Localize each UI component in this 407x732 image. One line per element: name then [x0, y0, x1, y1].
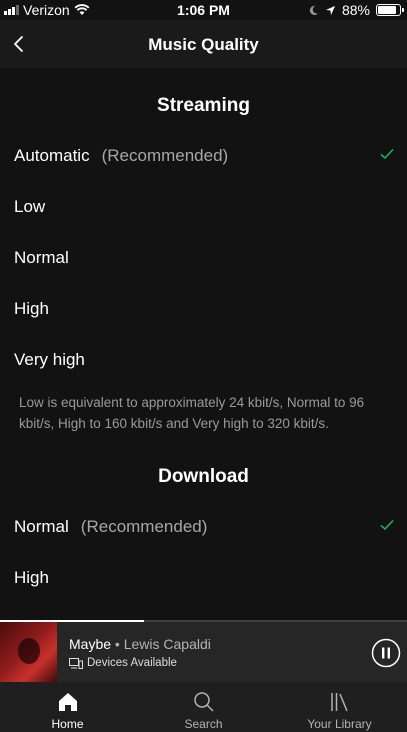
nav-search-label: Search — [184, 717, 223, 731]
home-icon — [58, 693, 77, 711]
location-arrow-icon — [325, 5, 336, 15]
streaming-option-high[interactable]: High — [0, 286, 407, 332]
option-label: High — [14, 299, 49, 318]
streaming-section-title: Streaming — [157, 95, 250, 116]
nav-search[interactable]: Search — [136, 682, 271, 732]
devices-icon — [69, 657, 83, 669]
nav-home[interactable]: Home — [0, 682, 135, 732]
library-icon — [330, 693, 348, 712]
now-playing-info: Maybe • Lewis Capaldi — [69, 636, 211, 652]
page-title: Music Quality — [148, 35, 259, 54]
battery-icon — [376, 4, 404, 16]
artist-name: Lewis Capaldi — [123, 636, 211, 652]
album-art — [0, 622, 57, 682]
status-bar: Verizon 1:06 PM 88% — [0, 0, 407, 20]
moon-icon — [309, 5, 319, 15]
bottom-navigation: Home Search Your Library — [0, 682, 407, 732]
option-label: Low — [14, 197, 46, 216]
checkmark-icon — [380, 519, 394, 531]
mini-player[interactable]: Maybe • Lewis Capaldi Devices Available — [0, 622, 407, 682]
recommended-label: (Recommended) — [80, 517, 208, 536]
battery-percent: 88% — [341, 2, 370, 18]
checkmark-icon — [380, 148, 394, 160]
streaming-option-low[interactable]: Low — [0, 184, 407, 230]
nav-library[interactable]: Your Library — [272, 682, 407, 732]
download-option-high[interactable]: High — [0, 555, 407, 601]
streaming-option-normal[interactable]: Normal — [0, 235, 407, 281]
search-icon — [193, 692, 214, 712]
recommended-label: (Recommended) — [101, 146, 229, 165]
option-label: Very high — [14, 350, 85, 369]
option-label: Normal — [14, 248, 69, 267]
download-option-normal[interactable]: Normal (Recommended) — [0, 504, 407, 550]
song-title: Maybe — [69, 636, 112, 652]
bitrate-info: Low is equivalent to approximately 24 kb… — [19, 395, 365, 431]
pause-icon[interactable] — [371, 638, 401, 668]
header: Music Quality — [0, 20, 407, 68]
nav-home-label: Home — [51, 717, 84, 731]
download-section-title: Download — [158, 466, 249, 487]
option-label: Automatic — [14, 146, 90, 165]
streaming-option-automatic[interactable]: Automatic (Recommended) — [0, 133, 407, 179]
status-right: 88% — [308, 2, 404, 18]
separator-dot: • — [114, 636, 120, 652]
devices-available[interactable]: Devices Available — [69, 657, 177, 669]
nav-library-label: Your Library — [307, 717, 372, 731]
devices-label: Devices Available — [87, 657, 177, 669]
streaming-option-very-high[interactable]: Very high — [0, 337, 407, 383]
option-label: Normal — [14, 517, 69, 536]
option-label: High — [14, 568, 49, 587]
